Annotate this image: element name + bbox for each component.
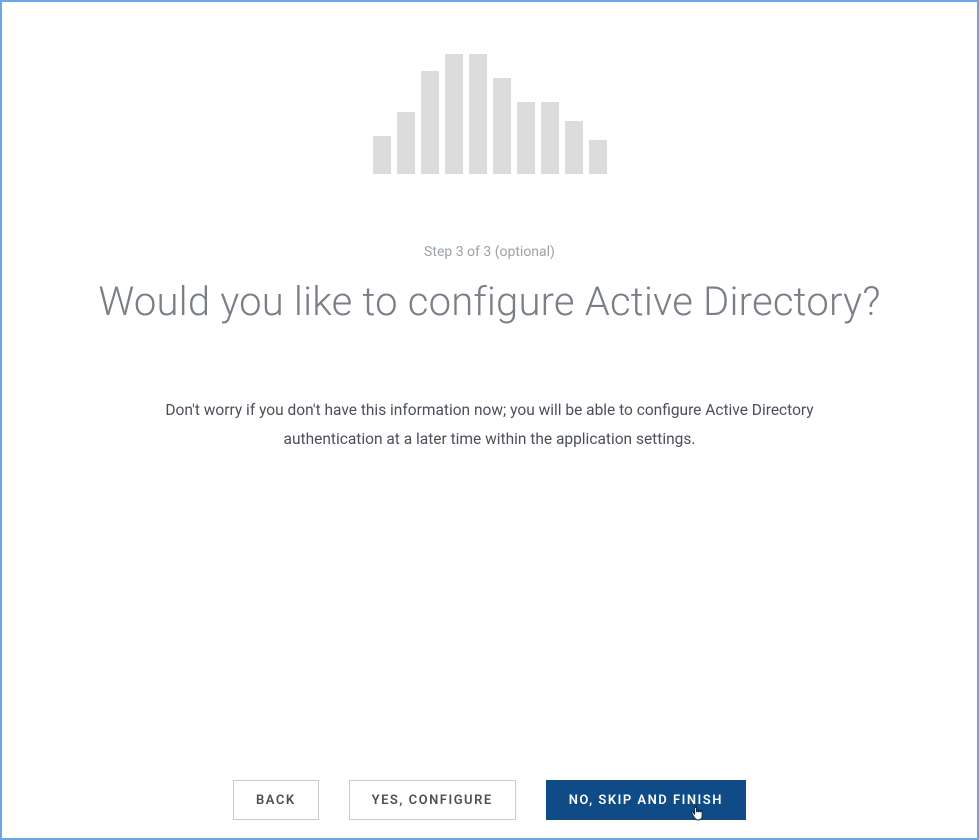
wizard-footer-buttons: Back Yes, Configure No, Skip and Finish xyxy=(2,780,977,820)
no-skip-finish-button[interactable]: No, Skip and Finish xyxy=(546,780,746,820)
logo-bar xyxy=(493,78,511,174)
logo-bar xyxy=(469,54,487,174)
logo-bar xyxy=(397,112,415,174)
brand-bars-logo xyxy=(2,44,977,174)
page-description: Don't worry if you don't have this infor… xyxy=(130,396,850,455)
logo-bar xyxy=(565,121,583,174)
yes-configure-button[interactable]: Yes, Configure xyxy=(349,780,516,820)
page-title: Would you like to configure Active Direc… xyxy=(2,278,977,326)
no-skip-finish-label: No, Skip and Finish xyxy=(569,793,723,808)
logo-bar xyxy=(541,102,559,174)
step-indicator-label: Step 3 of 3 (optional) xyxy=(2,244,977,260)
back-button[interactable]: Back xyxy=(233,780,319,820)
logo-bar xyxy=(589,140,607,174)
logo-bar xyxy=(517,102,535,174)
setup-wizard-frame: Step 3 of 3 (optional) Would you like to… xyxy=(0,0,979,840)
logo-bar xyxy=(373,136,391,174)
logo-bar xyxy=(421,71,439,174)
logo-bar xyxy=(445,54,463,174)
